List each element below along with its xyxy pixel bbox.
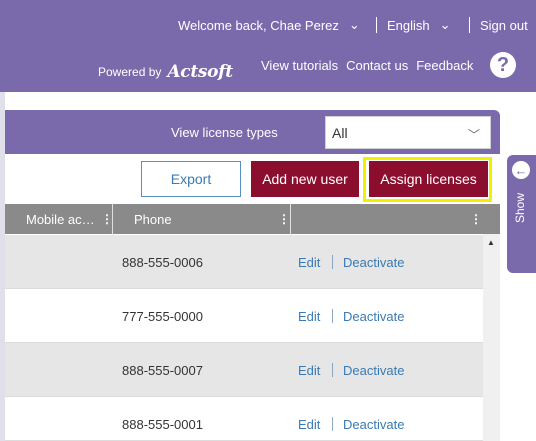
show-label: Show — [513, 192, 527, 224]
contact-us-link[interactable]: Contact us — [346, 58, 408, 73]
actsoft-logo: Actsoft — [167, 62, 233, 82]
column-menu-icon[interactable]: ⋮ — [470, 212, 482, 226]
filter-label: View license types — [171, 125, 278, 140]
header-nav: View tutorials Contact us Feedback — [261, 58, 473, 73]
export-button[interactable]: Export — [141, 161, 241, 197]
chevron-down-icon: ⌄ — [348, 17, 360, 32]
arrow-left-icon[interactable]: ← — [512, 161, 530, 179]
column-divider — [290, 204, 291, 234]
user-menu[interactable]: Welcome back, Chae Perez ⌄ — [178, 17, 360, 33]
column-menu-icon[interactable]: ⋮ — [278, 212, 290, 226]
action-divider — [332, 309, 333, 323]
powered-by-text: Powered by — [98, 65, 162, 79]
deactivate-link[interactable]: Deactivate — [343, 289, 404, 343]
add-new-user-button[interactable]: Add new user — [251, 161, 359, 197]
table-row: 888-555-0006 Edit Deactivate — [5, 235, 483, 289]
view-tutorials-link[interactable]: View tutorials — [261, 58, 338, 73]
license-type-select[interactable]: All ﹀ — [325, 116, 491, 149]
powered-by: Powered by Actsoft — [98, 62, 233, 82]
action-divider — [332, 363, 333, 377]
chevron-down-icon: ﹀ — [467, 128, 480, 142]
help-icon[interactable]: ? — [490, 52, 516, 78]
table-row: 888-555-0001 Edit Deactivate — [5, 397, 483, 441]
phone-cell: 777-555-0000 — [122, 308, 203, 324]
table-row: 888-555-0007 Edit Deactivate — [5, 343, 483, 397]
action-divider — [332, 255, 333, 269]
deactivate-link[interactable]: Deactivate — [343, 343, 404, 397]
edit-link[interactable]: Edit — [298, 289, 320, 343]
edit-link[interactable]: Edit — [298, 397, 320, 441]
feedback-link[interactable]: Feedback — [416, 58, 473, 73]
chevron-down-icon: ⌄ — [439, 17, 451, 32]
phone-cell: 888-555-0006 — [122, 254, 203, 270]
column-divider — [112, 204, 113, 234]
assign-licenses-button[interactable]: Assign licenses — [369, 161, 488, 197]
deactivate-link[interactable]: Deactivate — [343, 397, 404, 441]
column-phone[interactable]: Phone — [134, 204, 172, 234]
license-type-value: All — [332, 124, 348, 141]
phone-cell: 888-555-0007 — [122, 362, 203, 378]
action-divider — [332, 417, 333, 431]
welcome-text: Welcome back, Chae Perez — [178, 17, 339, 33]
top-header — [0, 0, 536, 92]
edit-link[interactable]: Edit — [298, 235, 320, 289]
deactivate-link[interactable]: Deactivate — [343, 235, 404, 289]
table-row: 777-555-0000 Edit Deactivate — [5, 289, 483, 343]
sign-out-link[interactable]: Sign out — [469, 17, 528, 33]
language-label: English — [387, 17, 430, 33]
column-mobile-account[interactable]: Mobile ac… — [26, 204, 95, 234]
table-scrollbar[interactable]: ▲ — [483, 234, 500, 441]
language-selector[interactable]: English ⌄ — [376, 17, 451, 33]
scroll-up-icon[interactable]: ▲ — [487, 238, 495, 247]
table-header: Mobile ac… ⋮ Phone ⋮ ⋮ — [5, 204, 500, 234]
phone-cell: 888-555-0001 — [122, 416, 203, 432]
edit-link[interactable]: Edit — [298, 343, 320, 397]
